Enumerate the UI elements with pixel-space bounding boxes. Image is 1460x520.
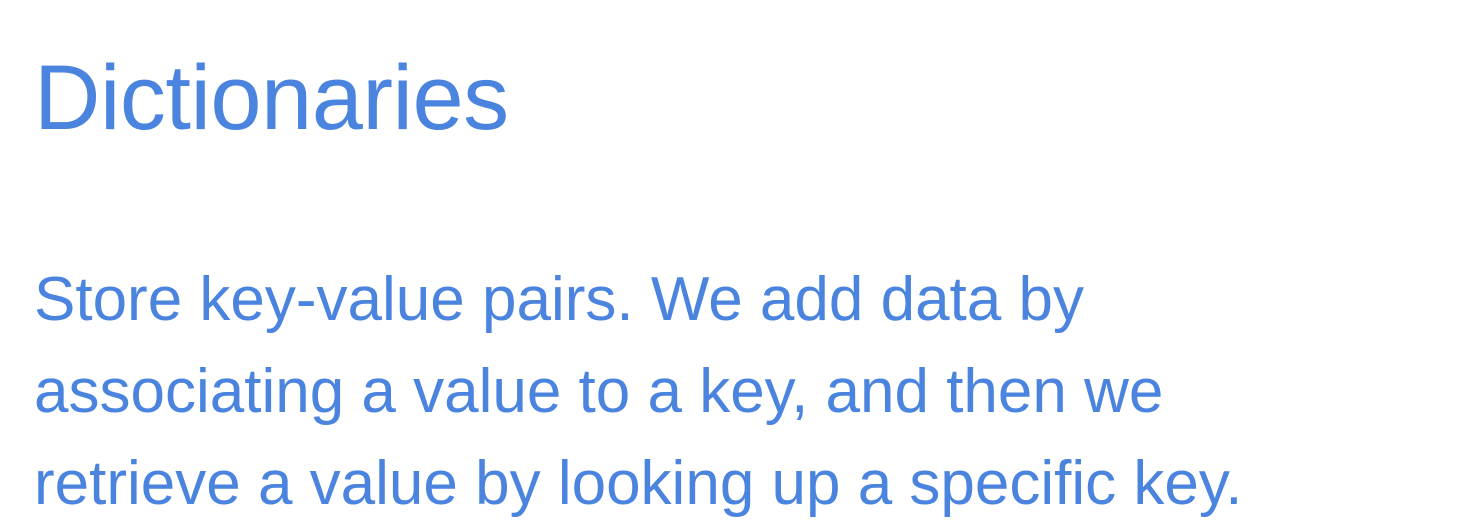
slide: Dictionaries Store key-value pairs. We a… <box>0 0 1460 520</box>
body-line: retrieve a value by looking up a specifi… <box>34 449 1243 518</box>
body-line: Store key-value pairs. We add data by <box>34 265 1084 334</box>
slide-body: Store key-value pairs. We add data by as… <box>34 254 1444 520</box>
body-line: associating a value to a key, and then w… <box>34 357 1164 426</box>
slide-title: Dictionaries <box>34 47 509 149</box>
